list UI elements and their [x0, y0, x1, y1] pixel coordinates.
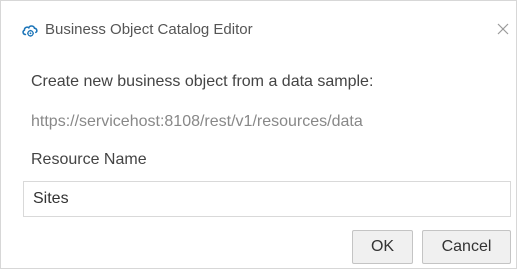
ok-button[interactable]: OK: [352, 230, 413, 264]
close-icon[interactable]: [495, 21, 511, 37]
resource-name-label: Resource Name: [31, 151, 147, 168]
data-sample-url: https://servicehost:8108/rest/v1/resourc…: [31, 113, 363, 130]
dialog-title: Business Object Catalog Editor: [45, 21, 253, 38]
resource-name-input[interactable]: [23, 181, 511, 217]
cloud-gear-icon: [22, 25, 38, 37]
dialog-prompt: Create new business object from a data s…: [31, 73, 374, 90]
dialog-titlebar: Business Object Catalog Editor: [1, 1, 516, 55]
business-object-catalog-editor-dialog: Business Object Catalog Editor Create ne…: [0, 0, 517, 269]
cancel-button[interactable]: Cancel: [422, 230, 511, 264]
